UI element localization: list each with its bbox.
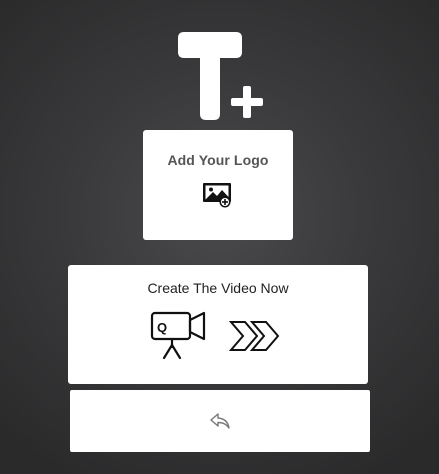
video-camera-icon: Q [150,310,208,360]
create-video-button[interactable]: Create The Video Now Q [68,265,368,384]
double-chevron-right-icon [228,320,286,352]
svg-text:Q: Q [157,320,167,335]
text-plus-icon [170,30,266,122]
back-button[interactable] [70,390,370,452]
reply-arrow-icon [209,412,231,430]
add-logo-label: Add Your Logo [167,152,269,168]
add-logo-button[interactable]: Add Your Logo [143,130,293,240]
app-screen: Add Your Logo Create The Video Now Q [0,0,439,474]
add-image-icon [202,182,234,208]
create-video-label: Create The Video Now [147,280,289,296]
